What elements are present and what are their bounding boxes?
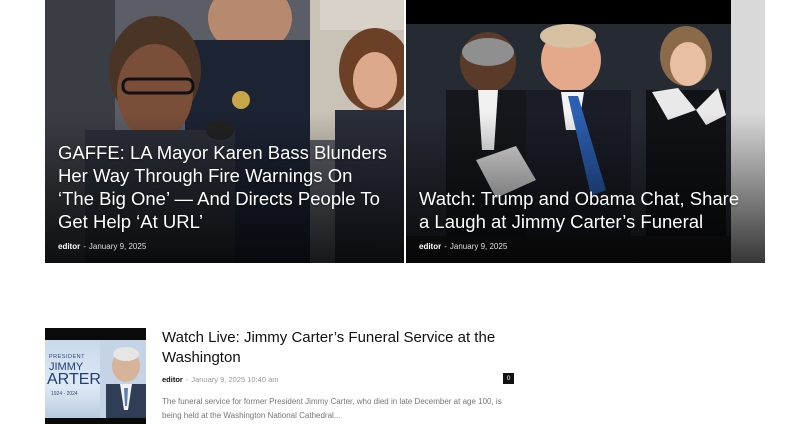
list-item-excerpt: The funeral service for former President… (162, 397, 502, 420)
featured-article-1[interactable]: GAFFE: LA Mayor Karen Bass Blunders Her … (45, 0, 404, 263)
post-date: January 9, 2025 (88, 242, 147, 251)
author-link[interactable]: editor (419, 242, 441, 251)
featured-meta-2: editor - January 9, 2025 (419, 242, 751, 251)
thumbnail-kicker: PRESIDENT (49, 354, 85, 360)
comment-count-badge[interactable]: 0 (503, 373, 514, 384)
thumbnail-name-line2: ARTER (47, 371, 101, 388)
list-item-meta: editor - January 9, 2025 10:40 am 0 (162, 373, 514, 387)
author-link[interactable]: editor (162, 375, 183, 384)
meta-separator: - (185, 375, 189, 384)
featured-title-2[interactable]: Watch: Trump and Obama Chat, Share a Lau… (419, 187, 751, 233)
post-datetime: January 9, 2025 10:40 am (191, 375, 279, 384)
featured-title-1[interactable]: GAFFE: LA Mayor Karen Bass Blunders Her … (58, 141, 390, 233)
list-item-thumbnail[interactable]: PRESIDENT JIMMY ARTER 1924 - 2024 (45, 328, 146, 424)
list-item-title[interactable]: Watch Live: Jimmy Carter’s Funeral Servi… (162, 328, 514, 368)
thumbnail-image: PRESIDENT JIMMY ARTER 1924 - 2024 (45, 340, 146, 418)
featured-meta-1: editor - January 9, 2025 (58, 242, 390, 251)
featured-article-2[interactable]: Watch: Trump and Obama Chat, Share a Lau… (406, 0, 765, 263)
portrait-image (100, 340, 146, 418)
thumbnail-years: 1924 - 2024 (51, 391, 78, 397)
list-item: Watch Live: Jimmy Carter’s Funeral Servi… (162, 328, 514, 423)
featured-caption-2: Watch: Trump and Obama Chat, Share a Lau… (419, 187, 751, 251)
author-link[interactable]: editor (58, 242, 80, 251)
meta-separator: - (444, 242, 447, 251)
meta-separator: - (83, 242, 86, 251)
featured-caption-1: GAFFE: LA Mayor Karen Bass Blunders Her … (58, 141, 390, 251)
post-date: January 9, 2025 (449, 242, 508, 251)
